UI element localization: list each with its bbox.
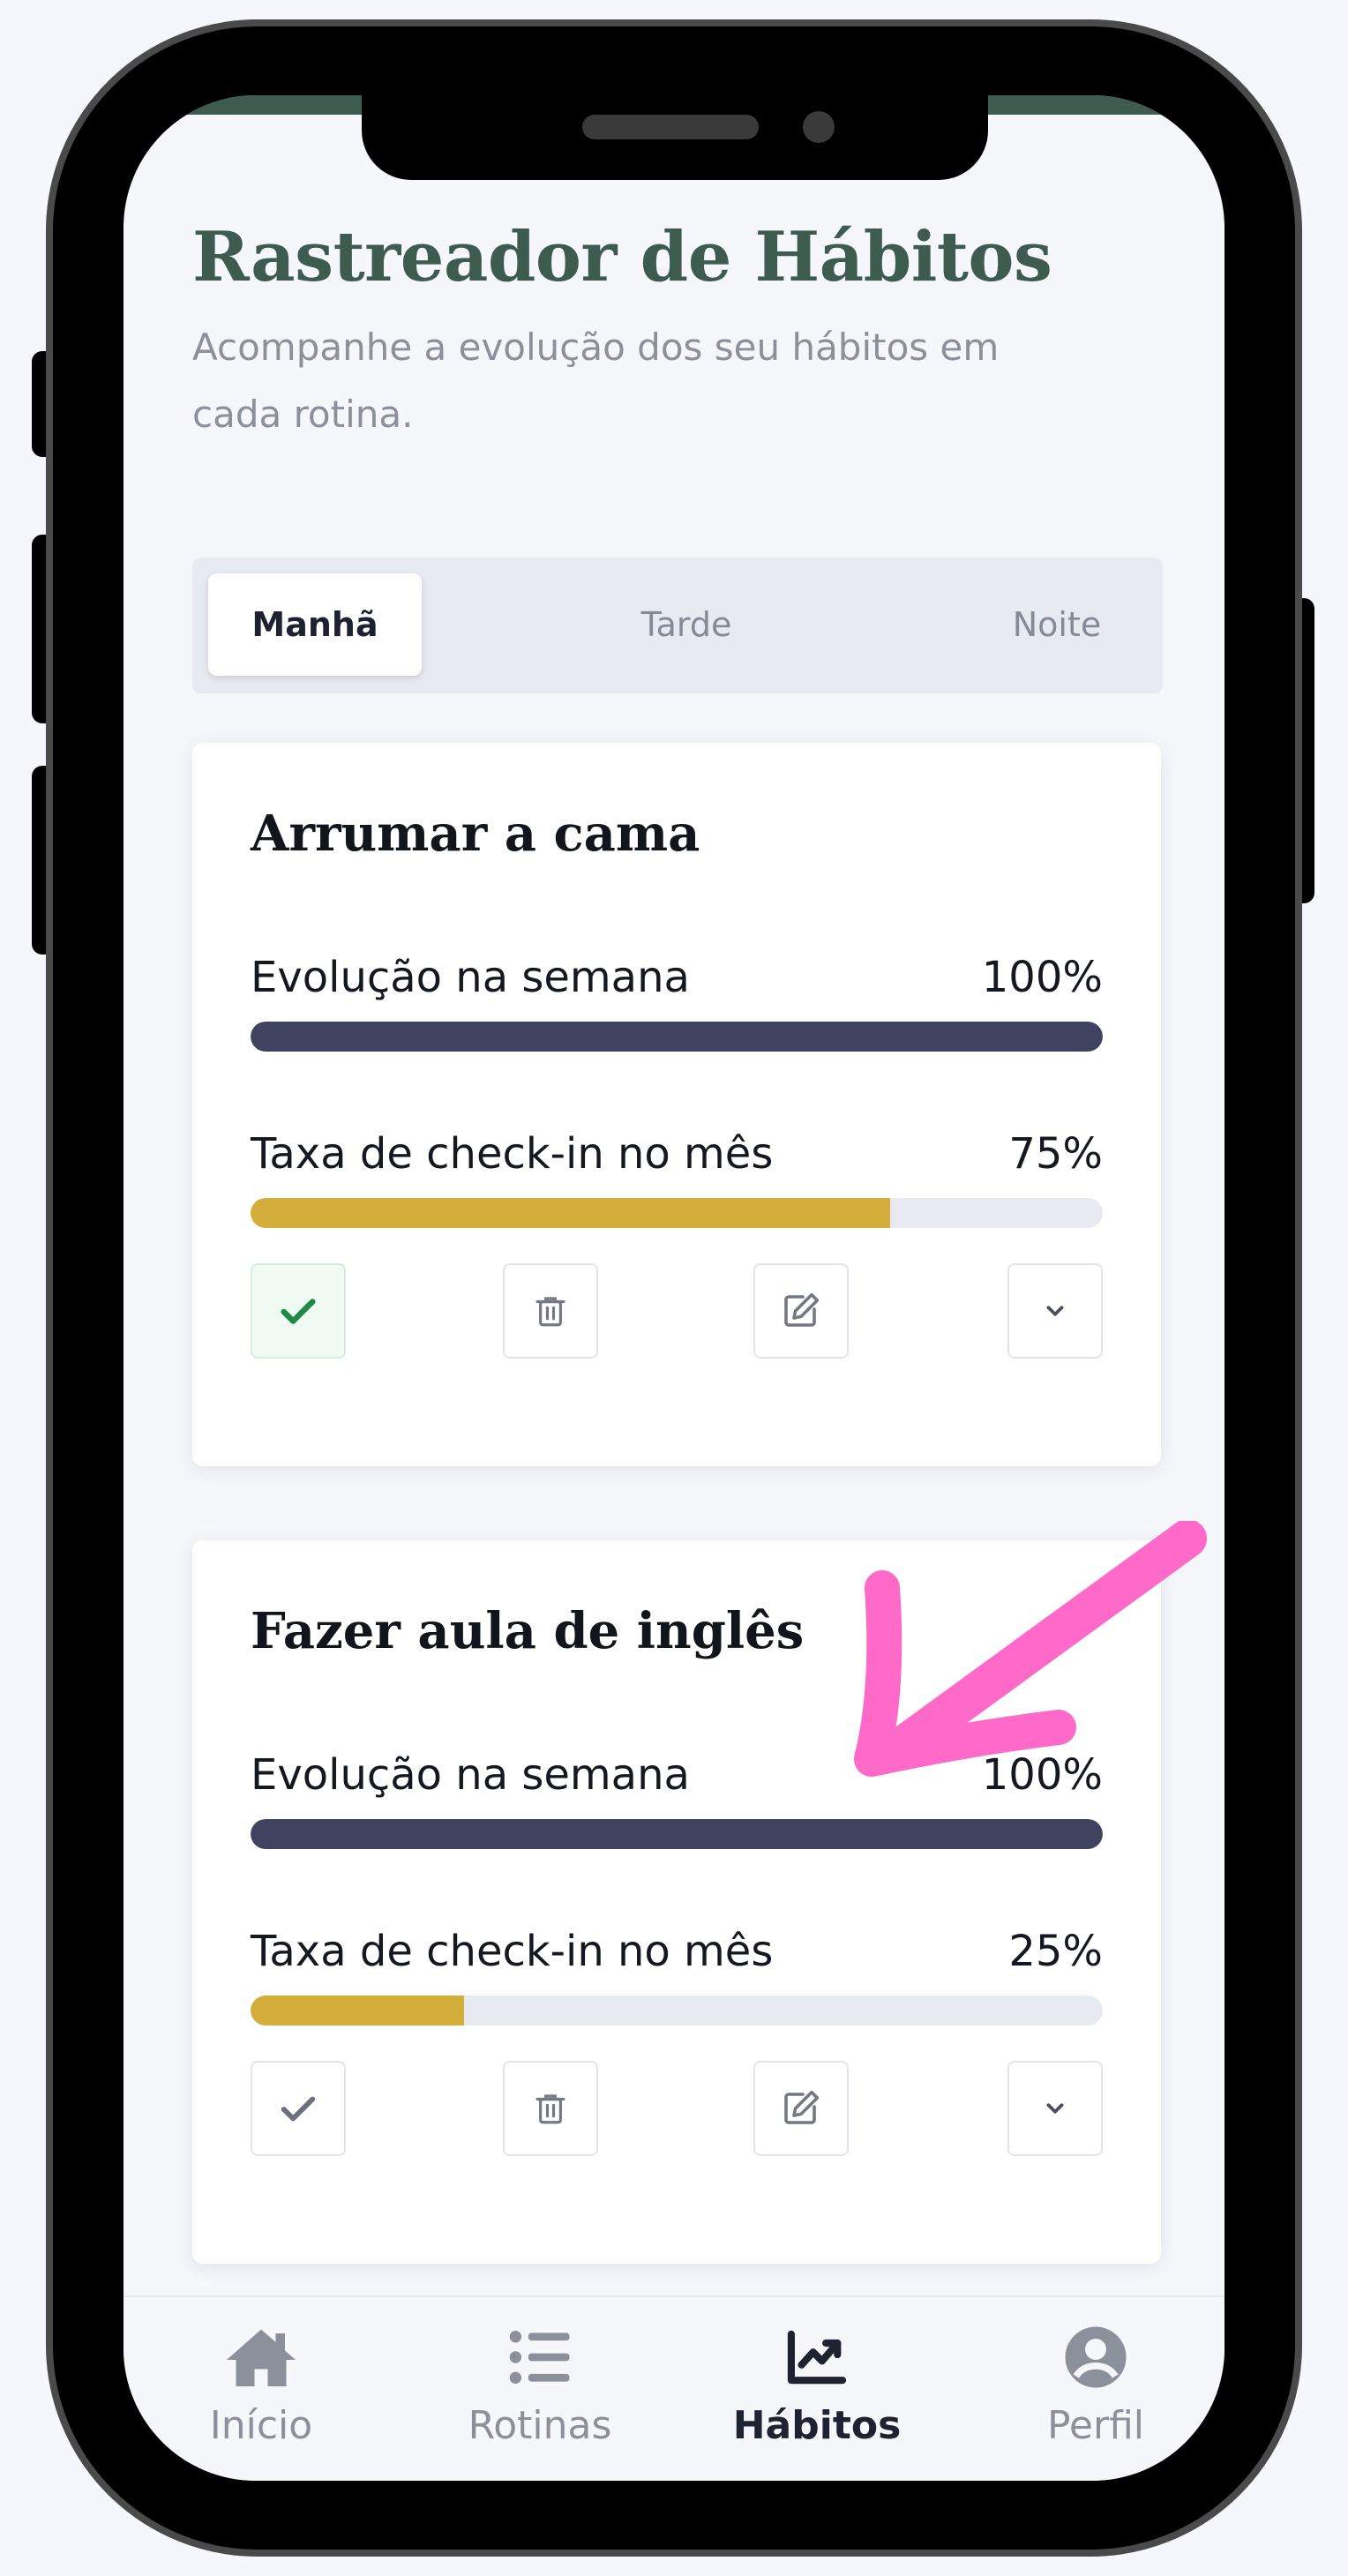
user-circle-icon [1065,2326,1127,2388]
bottom-nav: Início Rotinas Hábitos Perfil [124,2295,1224,2481]
nav-label: Hábitos [732,2403,902,2448]
check-icon [281,2096,316,2122]
month-checkin-fill [251,1996,464,2026]
tab-tarde[interactable]: Tarde [580,573,792,676]
edit-icon [784,1292,820,1327]
edit-icon [784,2090,820,2124]
edit-button[interactable] [753,1263,849,1359]
check-in-button[interactable] [251,1263,346,1359]
habit-actions [251,1263,1103,1360]
month-checkin-fill [251,1198,890,1228]
week-progress-value: 100% [981,953,1103,1002]
week-progress-fill [251,1022,1103,1052]
month-checkin-bar [251,1996,1103,2026]
delete-button[interactable] [503,2061,598,2156]
expand-button[interactable] [1007,1263,1103,1359]
nav-item-perfil[interactable]: Perfil [990,2322,1202,2448]
nav-label: Perfil [1046,2403,1145,2448]
habit-title: Arrumar a cama [251,805,700,863]
speaker-grille [582,115,759,139]
front-camera [803,111,835,143]
routine-tabs: Manhã Tarde Noite [192,558,1163,693]
page-title: Rastreador de Hábitos [192,217,1052,297]
month-checkin-value: 75% [1008,1129,1103,1179]
trash-icon [535,1297,565,1327]
week-progress-label: Evolução na semana [251,953,690,1002]
habit-title: Fazer aula de inglês [251,1602,805,1660]
habit-card: Arrumar a cama Evolução na semana 100% T… [192,743,1161,1466]
tab-noite[interactable]: Noite [951,573,1163,676]
chart-line-icon [787,2330,847,2385]
check-in-button[interactable] [251,2061,346,2156]
page-subtitle: Acompanhe a evolução dos seu hábitos em … [192,326,1000,436]
month-checkin-bar [251,1198,1103,1228]
month-checkin-label: Taxa de check-in no mês [251,1927,774,1976]
pink-arrow-icon [854,1521,1207,1777]
month-checkin-value: 25% [1008,1927,1103,1976]
edit-button[interactable] [753,2061,849,2156]
week-progress-label: Evolução na semana [251,1750,690,1800]
home-icon [227,2329,296,2386]
nav-label: Rotinas [468,2403,612,2448]
nav-label: Início [209,2403,313,2448]
habit-actions [251,2061,1103,2158]
week-progress-bar [251,1022,1103,1052]
month-checkin-label: Taxa de check-in no mês [251,1129,774,1179]
chevron-down-icon [1046,2103,1064,2114]
nav-item-rotinas[interactable]: Rotinas [434,2322,646,2448]
expand-button[interactable] [1007,2061,1103,2156]
list-icon [509,2331,570,2384]
phone-notch [362,95,988,180]
nav-item-habitos[interactable]: Hábitos [711,2322,923,2448]
phone-screen: Rastreador de Hábitos Acompanhe a evoluç… [124,95,1224,2481]
nav-item-inicio[interactable]: Início [155,2322,367,2448]
tab-manha[interactable]: Manhã [208,573,422,676]
trash-icon [535,2094,565,2124]
chevron-down-icon [1046,1306,1064,1316]
check-icon [281,1299,316,1324]
delete-button[interactable] [503,1263,598,1359]
